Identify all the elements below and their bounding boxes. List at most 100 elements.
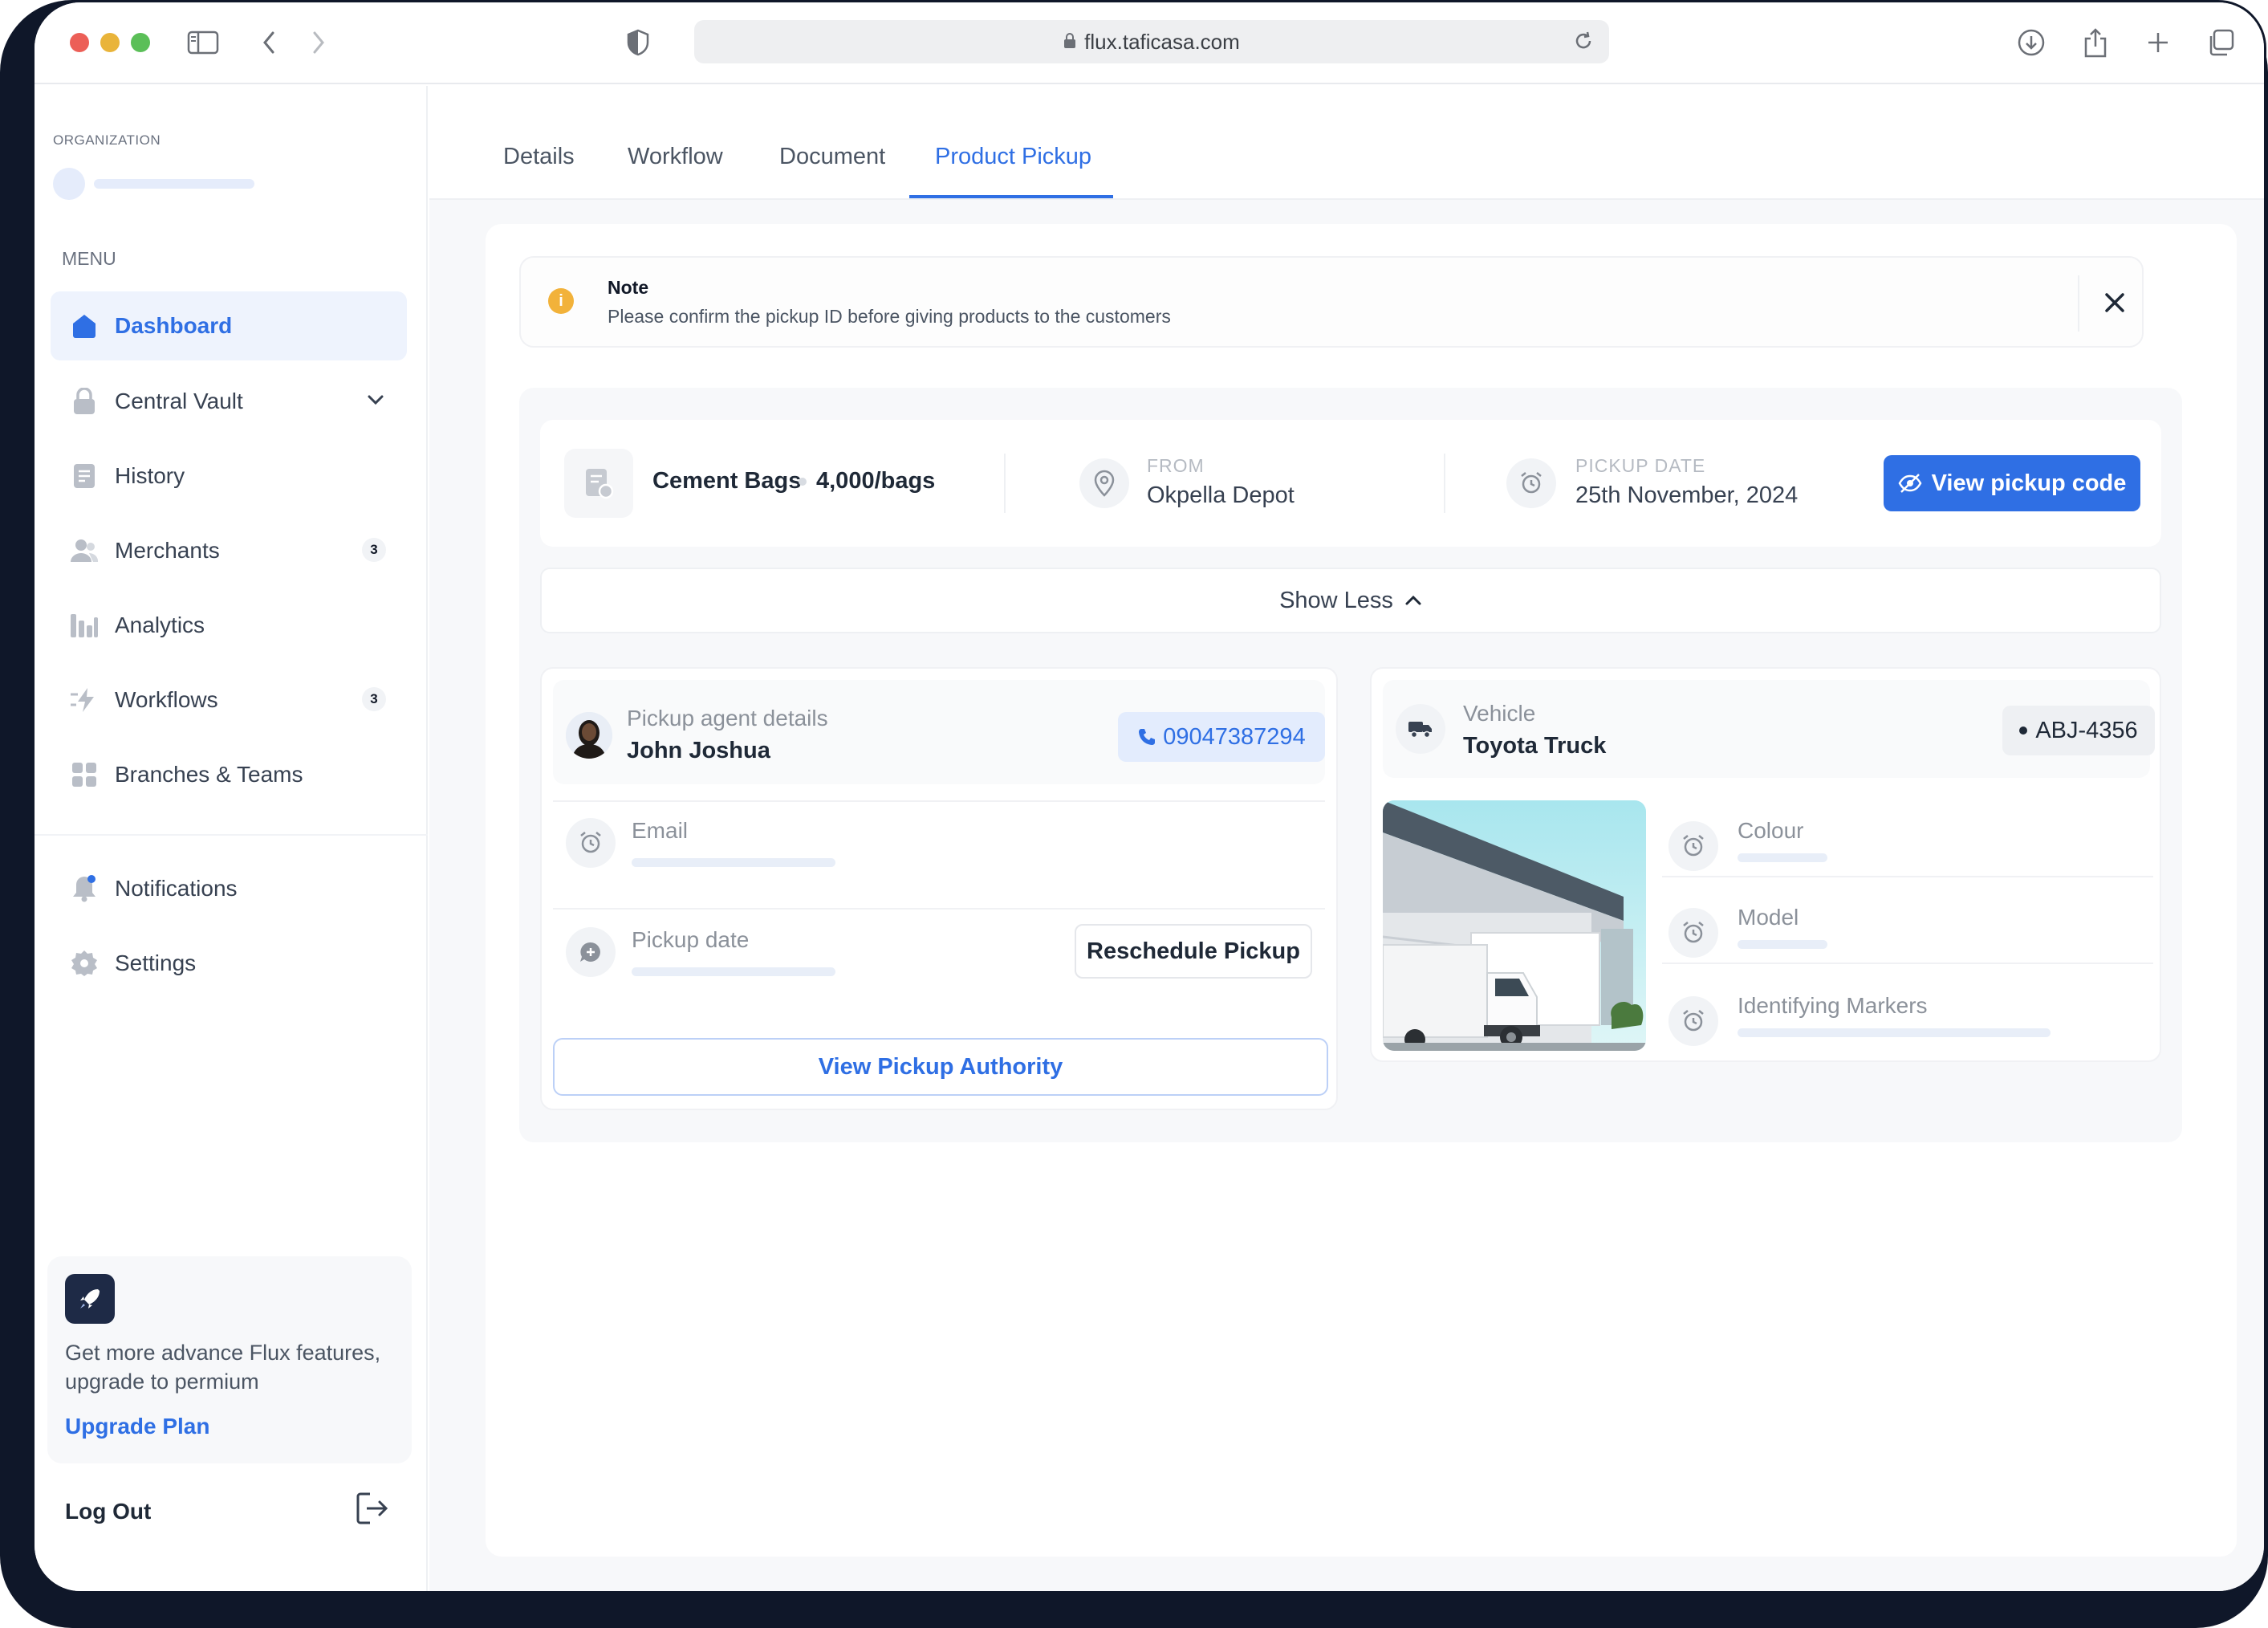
share-icon[interactable] (2078, 25, 2113, 60)
alarm-clock-icon (1668, 908, 1718, 958)
bell-icon (70, 874, 99, 903)
grid-icon (70, 760, 99, 789)
url-text: flux.taficasa.com (1084, 29, 1240, 54)
bar-chart-icon (70, 611, 99, 640)
vehicle-photo (1383, 800, 1646, 1051)
sidebar-item-label: Branches & Teams (115, 762, 303, 787)
sidebar-item-label: Dashboard (115, 313, 233, 338)
new-tab-icon[interactable] (2140, 25, 2176, 60)
divider (1444, 454, 1445, 513)
agent-phone-number: 09047387294 (1163, 723, 1306, 750)
logout-button[interactable]: Log Out (65, 1499, 151, 1524)
pickup-agent-card: Pickup agent details John Joshua 0904738… (540, 667, 1338, 1110)
license-plate-number: ABJ-4356 (2035, 717, 2138, 743)
pickup-card: i Note Please confirm the pickup ID befo… (486, 224, 2237, 1557)
note-divider (2078, 275, 2079, 332)
eye-off-icon (1898, 474, 1922, 493)
agent-avatar (566, 712, 612, 759)
info-icon: i (548, 288, 574, 314)
window-close-button[interactable] (70, 33, 89, 52)
note-body: Please confirm the pickup ID before givi… (608, 306, 1171, 327)
merchants-count-badge: 3 (362, 538, 386, 562)
chevron-up-icon (1405, 595, 1421, 605)
sidebar-toggle-icon[interactable] (185, 25, 221, 60)
download-icon[interactable] (2014, 25, 2049, 60)
note-banner: i Note Please confirm the pickup ID befo… (519, 256, 2144, 348)
window-zoom-button[interactable] (131, 33, 150, 52)
colour-label: Colour (1738, 818, 1804, 843)
sidebar-item-history[interactable]: History (51, 442, 407, 511)
phone-icon (1139, 729, 1156, 745)
home-icon (70, 311, 99, 340)
pickup-date-value: 25th November, 2024 (1575, 482, 1799, 508)
agent-header: Pickup agent details John Joshua 0904738… (553, 680, 1325, 784)
row-divider (553, 908, 1325, 910)
sidebar-item-branches-teams[interactable]: Branches & Teams (51, 740, 407, 809)
view-pickup-authority-button[interactable]: View Pickup Authority (553, 1038, 1328, 1096)
screen: flux.taficasa.com ORGANIZATION MENU Dash… (32, 0, 2266, 1593)
sidebar-item-label: Central Vault (115, 389, 243, 413)
browser-toolbar: flux.taficasa.com (35, 2, 2264, 84)
tab-document[interactable]: Document (779, 144, 885, 170)
sidebar-item-label: Merchants (115, 538, 220, 563)
address-bar[interactable]: flux.taficasa.com (694, 20, 1609, 63)
tab-bar: Details Workflow Document Product Pickup (429, 86, 2264, 200)
tab-product-pickup[interactable]: Product Pickup (935, 144, 1091, 170)
back-icon[interactable] (251, 25, 287, 60)
from-label: FROM (1147, 455, 1205, 476)
window-minimize-button[interactable] (100, 33, 120, 52)
tab-details[interactable]: Details (503, 144, 575, 170)
chevron-down-icon[interactable] (365, 389, 386, 416)
sidebar-item-analytics[interactable]: Analytics (51, 591, 407, 660)
sidebar-item-label: Workflows (115, 687, 218, 712)
logout-icon[interactable] (356, 1491, 389, 1530)
lock-icon (70, 387, 99, 416)
sidebar-divider (35, 834, 428, 836)
sidebar: ORGANIZATION MENU Dashboard Central Vaul… (35, 86, 428, 1591)
forward-icon[interactable] (301, 25, 336, 60)
sidebar-item-merchants[interactable]: Merchants 3 (51, 516, 407, 585)
sidebar-item-label: Notifications (115, 876, 238, 901)
main-content: Details Workflow Document Product Pickup… (429, 86, 2264, 1591)
pickup-date-value-placeholder (632, 967, 835, 976)
vehicle-name: Toyota Truck (1463, 733, 1607, 759)
row-divider (553, 800, 1325, 802)
vehicle-card: Vehicle Toyota Truck ABJ-4356 Colour Mod… (1370, 667, 2161, 1062)
pickup-summary: Cement Bags 4,000/bags FROM Okpella Depo… (540, 420, 2161, 547)
view-pickup-code-button[interactable]: View pickup code (1884, 455, 2140, 511)
lightning-icon (70, 686, 99, 714)
reload-icon[interactable] (1572, 30, 1595, 58)
agent-name: John Joshua (627, 738, 770, 763)
reschedule-pickup-button[interactable]: Reschedule Pickup (1075, 924, 1312, 979)
show-less-label: Show Less (1279, 587, 1393, 613)
alarm-clock-icon (1506, 458, 1556, 508)
sidebar-item-settings[interactable]: Settings (51, 929, 407, 998)
location-pin-icon (1079, 458, 1129, 508)
pickup-date-label: PICKUP DATE (1575, 455, 1706, 476)
close-icon[interactable] (2099, 287, 2131, 323)
email-label: Email (632, 818, 689, 843)
divider (1004, 454, 1006, 513)
alarm-clock-icon (1668, 996, 1718, 1046)
agent-details-label: Pickup agent details (627, 706, 828, 731)
privacy-shield-icon[interactable] (620, 25, 656, 60)
sidebar-item-workflows[interactable]: Workflows 3 (51, 665, 407, 735)
vehicle-label: Vehicle (1463, 701, 1536, 726)
organization-label: ORGANIZATION (53, 132, 161, 148)
device-frame: flux.taficasa.com ORGANIZATION MENU Dash… (0, 0, 2268, 1628)
tab-workflow[interactable]: Workflow (628, 144, 723, 170)
sidebar-item-dashboard[interactable]: Dashboard (51, 291, 407, 360)
agent-phone-button[interactable]: 09047387294 (1118, 712, 1325, 762)
row-divider (1662, 963, 2153, 964)
sidebar-item-notifications[interactable]: Notifications (51, 854, 407, 923)
note-title: Note (608, 277, 649, 298)
show-less-toggle[interactable]: Show Less (540, 568, 2161, 633)
upgrade-plan-link[interactable]: Upgrade Plan (65, 1414, 209, 1439)
product-quantity: 4,000/bags (816, 468, 936, 494)
tabs-overview-icon[interactable] (2203, 25, 2238, 60)
sidebar-item-central-vault[interactable]: Central Vault (51, 367, 407, 436)
rocket-icon (65, 1274, 115, 1324)
menu-label: MENU (62, 248, 116, 269)
organization-avatar[interactable] (53, 168, 85, 200)
chat-plus-icon (566, 927, 616, 977)
